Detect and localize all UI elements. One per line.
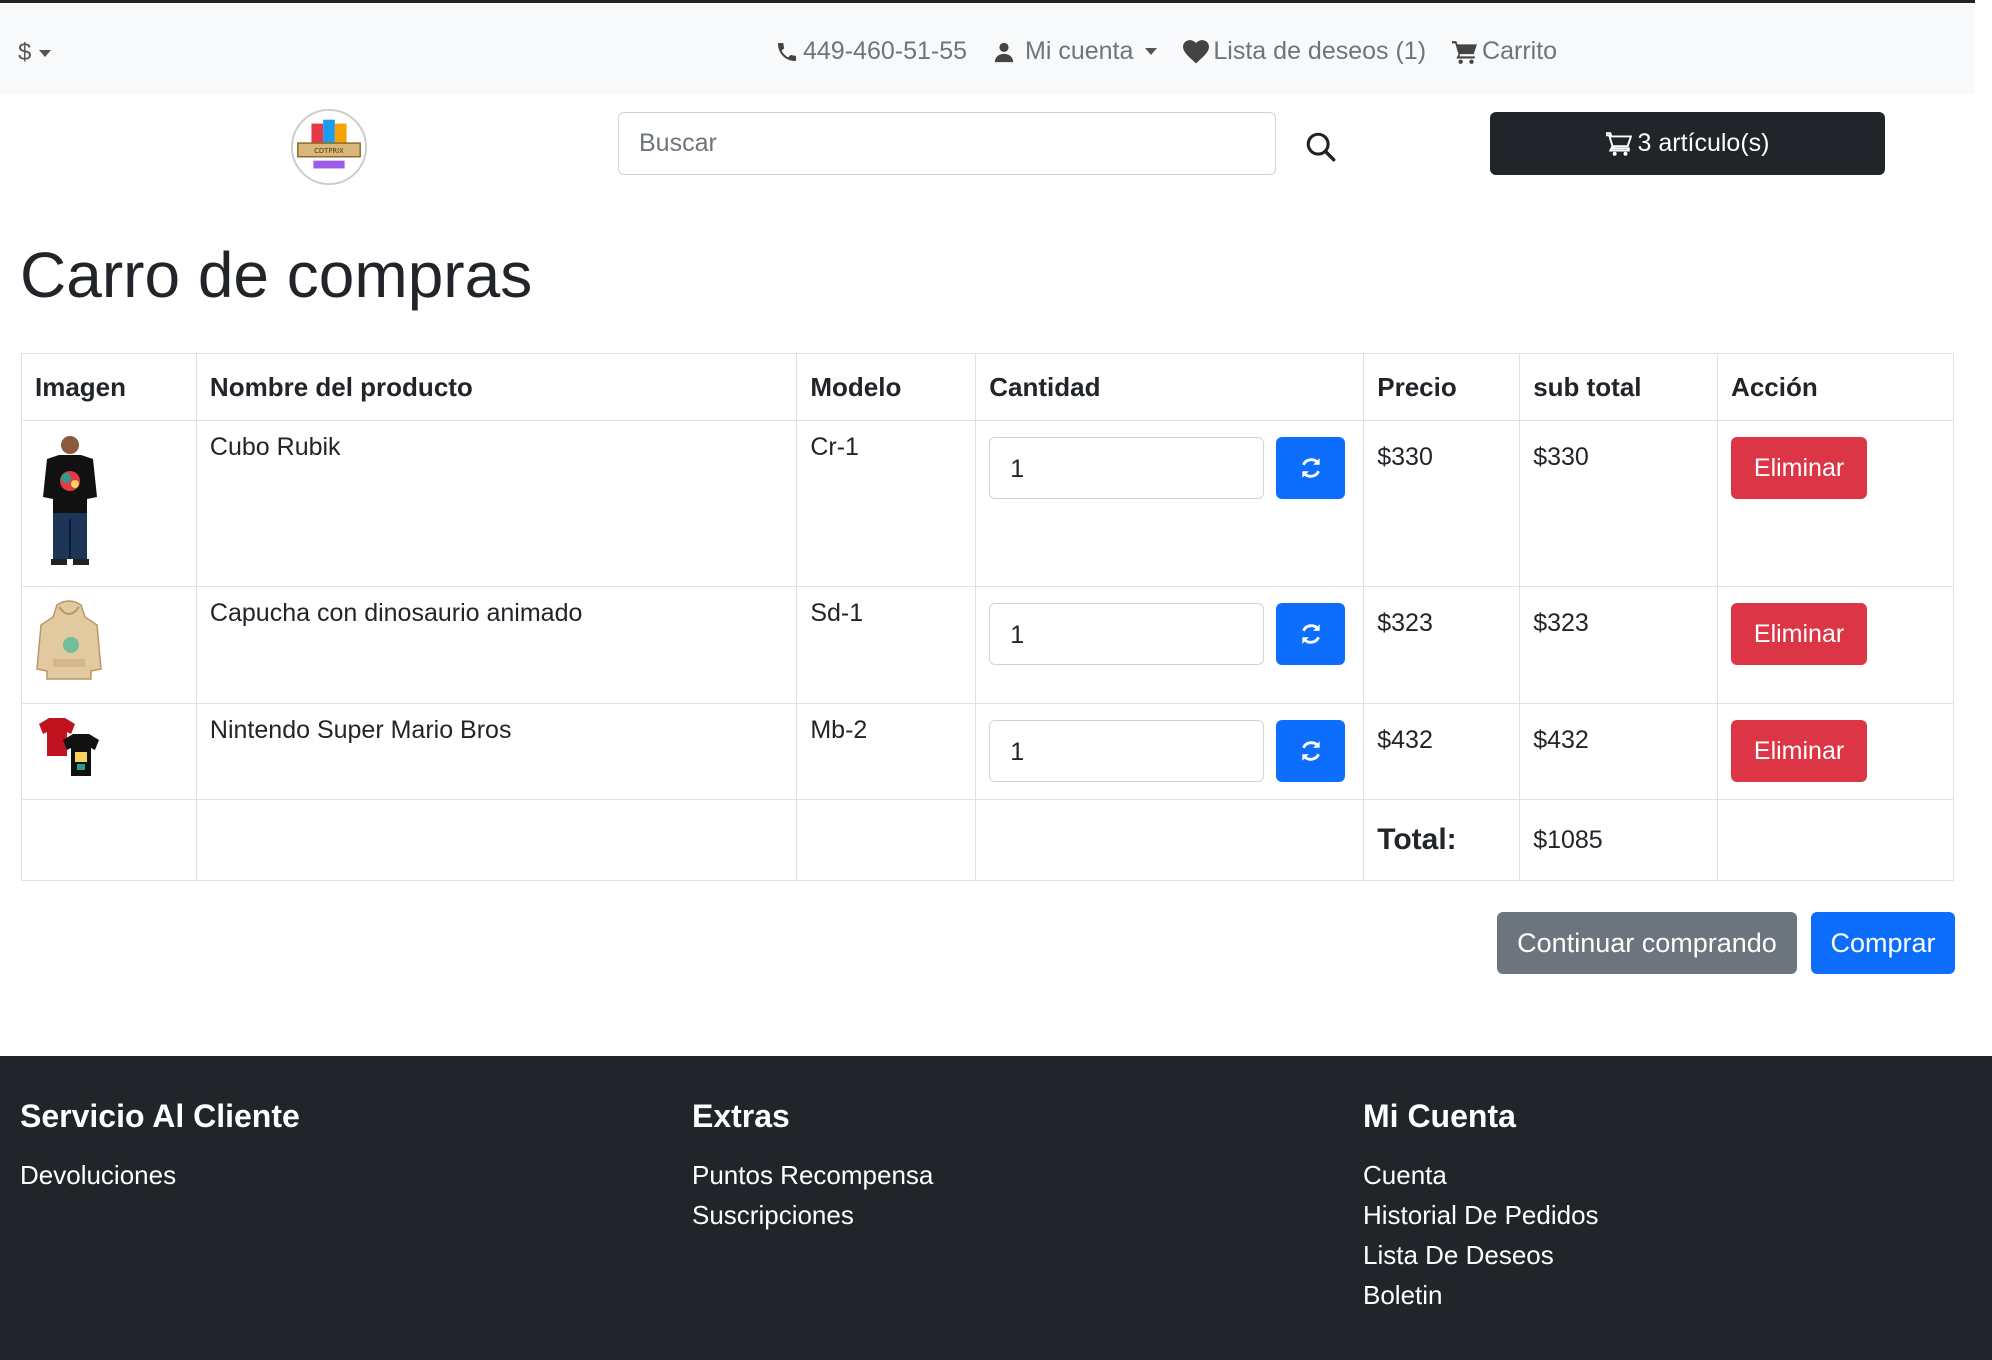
remove-item-button[interactable]: Eliminar: [1731, 437, 1868, 499]
table-row: Capucha con dinosaurio animado Sd-1 1 $3…: [21, 586, 1954, 704]
product-image-tshirts[interactable]: [35, 716, 105, 780]
footer-heading: Extras: [692, 1098, 790, 1134]
product-model: Cr-1: [796, 420, 977, 587]
footer-heading: Mi Cuenta: [1363, 1098, 1516, 1134]
top-bar: $ 449-460-51-55 Mi cuenta Lista de deseo…: [0, 0, 1975, 94]
total-row: Total: $1085: [21, 799, 1954, 881]
refresh-icon: [1301, 624, 1320, 644]
header-product-name: Nombre del producto: [195, 353, 798, 421]
product-image-cell: [21, 420, 197, 587]
product-subtotal: $432: [1519, 703, 1719, 800]
footer-link-subscriptions[interactable]: Suscripciones: [692, 1195, 933, 1235]
user-icon: [994, 42, 1014, 62]
search-input[interactable]: Buscar: [618, 112, 1276, 175]
total-value: $1085: [1519, 799, 1719, 881]
footer-extras: Extras Puntos Recompensa Suscripciones: [692, 1098, 933, 1235]
product-price: $330: [1363, 420, 1521, 587]
header-quantity: Cantidad: [975, 353, 1365, 421]
total-label: Total:: [1363, 799, 1521, 881]
refresh-icon: [1301, 458, 1320, 478]
cart-summary-button[interactable]: 3 artículo(s): [1490, 112, 1885, 175]
update-quantity-button[interactable]: [1276, 720, 1346, 782]
table-row: Cubo Rubik Cr-1 1 $330 $330 Eliminar: [21, 420, 1954, 587]
currency-dropdown[interactable]: $: [18, 39, 52, 67]
product-price: $323: [1363, 586, 1521, 704]
search-placeholder: Buscar: [639, 129, 717, 157]
quantity-input[interactable]: 1: [989, 437, 1265, 499]
product-price: $432: [1363, 703, 1521, 800]
empty-cell: [975, 799, 1365, 881]
update-quantity-button[interactable]: [1276, 437, 1346, 499]
footer-my-account: Mi Cuenta Cuenta Historial De Pedidos Li…: [1363, 1098, 1599, 1315]
account-dropdown[interactable]: Mi cuenta: [993, 37, 1158, 66]
action-cell: Eliminar: [1717, 703, 1954, 800]
update-quantity-button[interactable]: [1276, 603, 1346, 665]
product-name[interactable]: Nintendo Super Mario Bros: [195, 703, 798, 800]
account-label: Mi cuenta: [1025, 37, 1134, 65]
refresh-icon: [1301, 741, 1320, 761]
header-action: Acción: [1717, 353, 1954, 421]
empty-cell: [1717, 799, 1954, 881]
heart-icon: [1183, 39, 1210, 63]
product-image-tshirt-model[interactable]: [35, 433, 105, 567]
quantity-cell: 1: [975, 586, 1365, 704]
checkout-button[interactable]: Comprar: [1811, 912, 1955, 974]
footer-customer-service: Servicio Al Cliente Devoluciones: [20, 1098, 300, 1195]
quantity-cell: 1: [975, 703, 1365, 800]
product-subtotal: $323: [1519, 586, 1719, 704]
currency-label: $: [18, 39, 32, 66]
search-icon[interactable]: [1304, 130, 1338, 164]
phone-link[interactable]: 449-460-51-55: [775, 37, 967, 66]
header-price: Precio: [1363, 353, 1521, 421]
product-model: Mb-2: [796, 703, 977, 800]
header-model: Modelo: [796, 353, 977, 421]
caret-down-icon: [39, 49, 52, 57]
product-image-cell: [21, 586, 197, 704]
wishlist-label: Lista de deseos (1): [1213, 37, 1427, 65]
footer-link-wishlist[interactable]: Lista De Deseos: [1363, 1235, 1599, 1275]
cart-summary-label: 3 artículo(s): [1637, 129, 1770, 157]
footer-link-rewards[interactable]: Puntos Recompensa: [692, 1155, 933, 1195]
empty-cell: [21, 799, 197, 881]
remove-item-button[interactable]: Eliminar: [1731, 720, 1868, 782]
footer-link-account[interactable]: Cuenta: [1363, 1155, 1599, 1195]
product-model: Sd-1: [796, 586, 977, 704]
phone-icon: [778, 42, 796, 61]
empty-cell: [796, 799, 977, 881]
product-image-hoodie[interactable]: [35, 599, 103, 683]
quantity-cell: 1: [975, 420, 1365, 587]
action-cell: Eliminar: [1717, 420, 1954, 587]
table-row: Nintendo Super Mario Bros Mb-2 1 $432 $4…: [21, 703, 1954, 800]
cart-table: Imagen Nombre del producto Modelo Cantid…: [21, 353, 1954, 881]
product-subtotal: $330: [1519, 420, 1719, 587]
footer: Servicio Al Cliente Devoluciones Extras …: [0, 1056, 1992, 1360]
product-image-cell: [21, 703, 197, 800]
quantity-input[interactable]: 1: [989, 603, 1265, 665]
cart-icon: [1452, 40, 1477, 64]
quantity-input[interactable]: 1: [989, 720, 1265, 782]
wishlist-link[interactable]: Lista de deseos (1): [1183, 37, 1426, 66]
footer-link-newsletter[interactable]: Boletin: [1363, 1275, 1599, 1315]
page-title: Carro de compras: [20, 239, 533, 311]
caret-down-icon: [1145, 48, 1158, 55]
table-header-row: Imagen Nombre del producto Modelo Cantid…: [21, 353, 1954, 421]
logo-text: CDTPRIX: [314, 147, 344, 155]
remove-item-button[interactable]: Eliminar: [1731, 603, 1868, 665]
cart-link[interactable]: Carrito: [1452, 37, 1557, 66]
product-name[interactable]: Capucha con dinosaurio animado: [195, 586, 798, 704]
header-image: Imagen: [21, 353, 197, 421]
phone-number: 449-460-51-55: [803, 37, 968, 65]
product-name[interactable]: Cubo Rubik: [195, 420, 798, 587]
cart-icon: [1605, 131, 1632, 156]
action-cell: Eliminar: [1717, 586, 1954, 704]
footer-heading: Servicio Al Cliente: [20, 1098, 300, 1134]
header-subtotal: sub total: [1519, 353, 1719, 421]
store-logo[interactable]: CDTPRIX: [290, 108, 368, 186]
footer-link-order-history[interactable]: Historial De Pedidos: [1363, 1195, 1599, 1235]
cart-label: Carrito: [1482, 37, 1558, 65]
footer-link-returns[interactable]: Devoluciones: [20, 1155, 300, 1195]
continue-shopping-button[interactable]: Continuar comprando: [1497, 912, 1797, 974]
empty-cell: [195, 799, 798, 881]
